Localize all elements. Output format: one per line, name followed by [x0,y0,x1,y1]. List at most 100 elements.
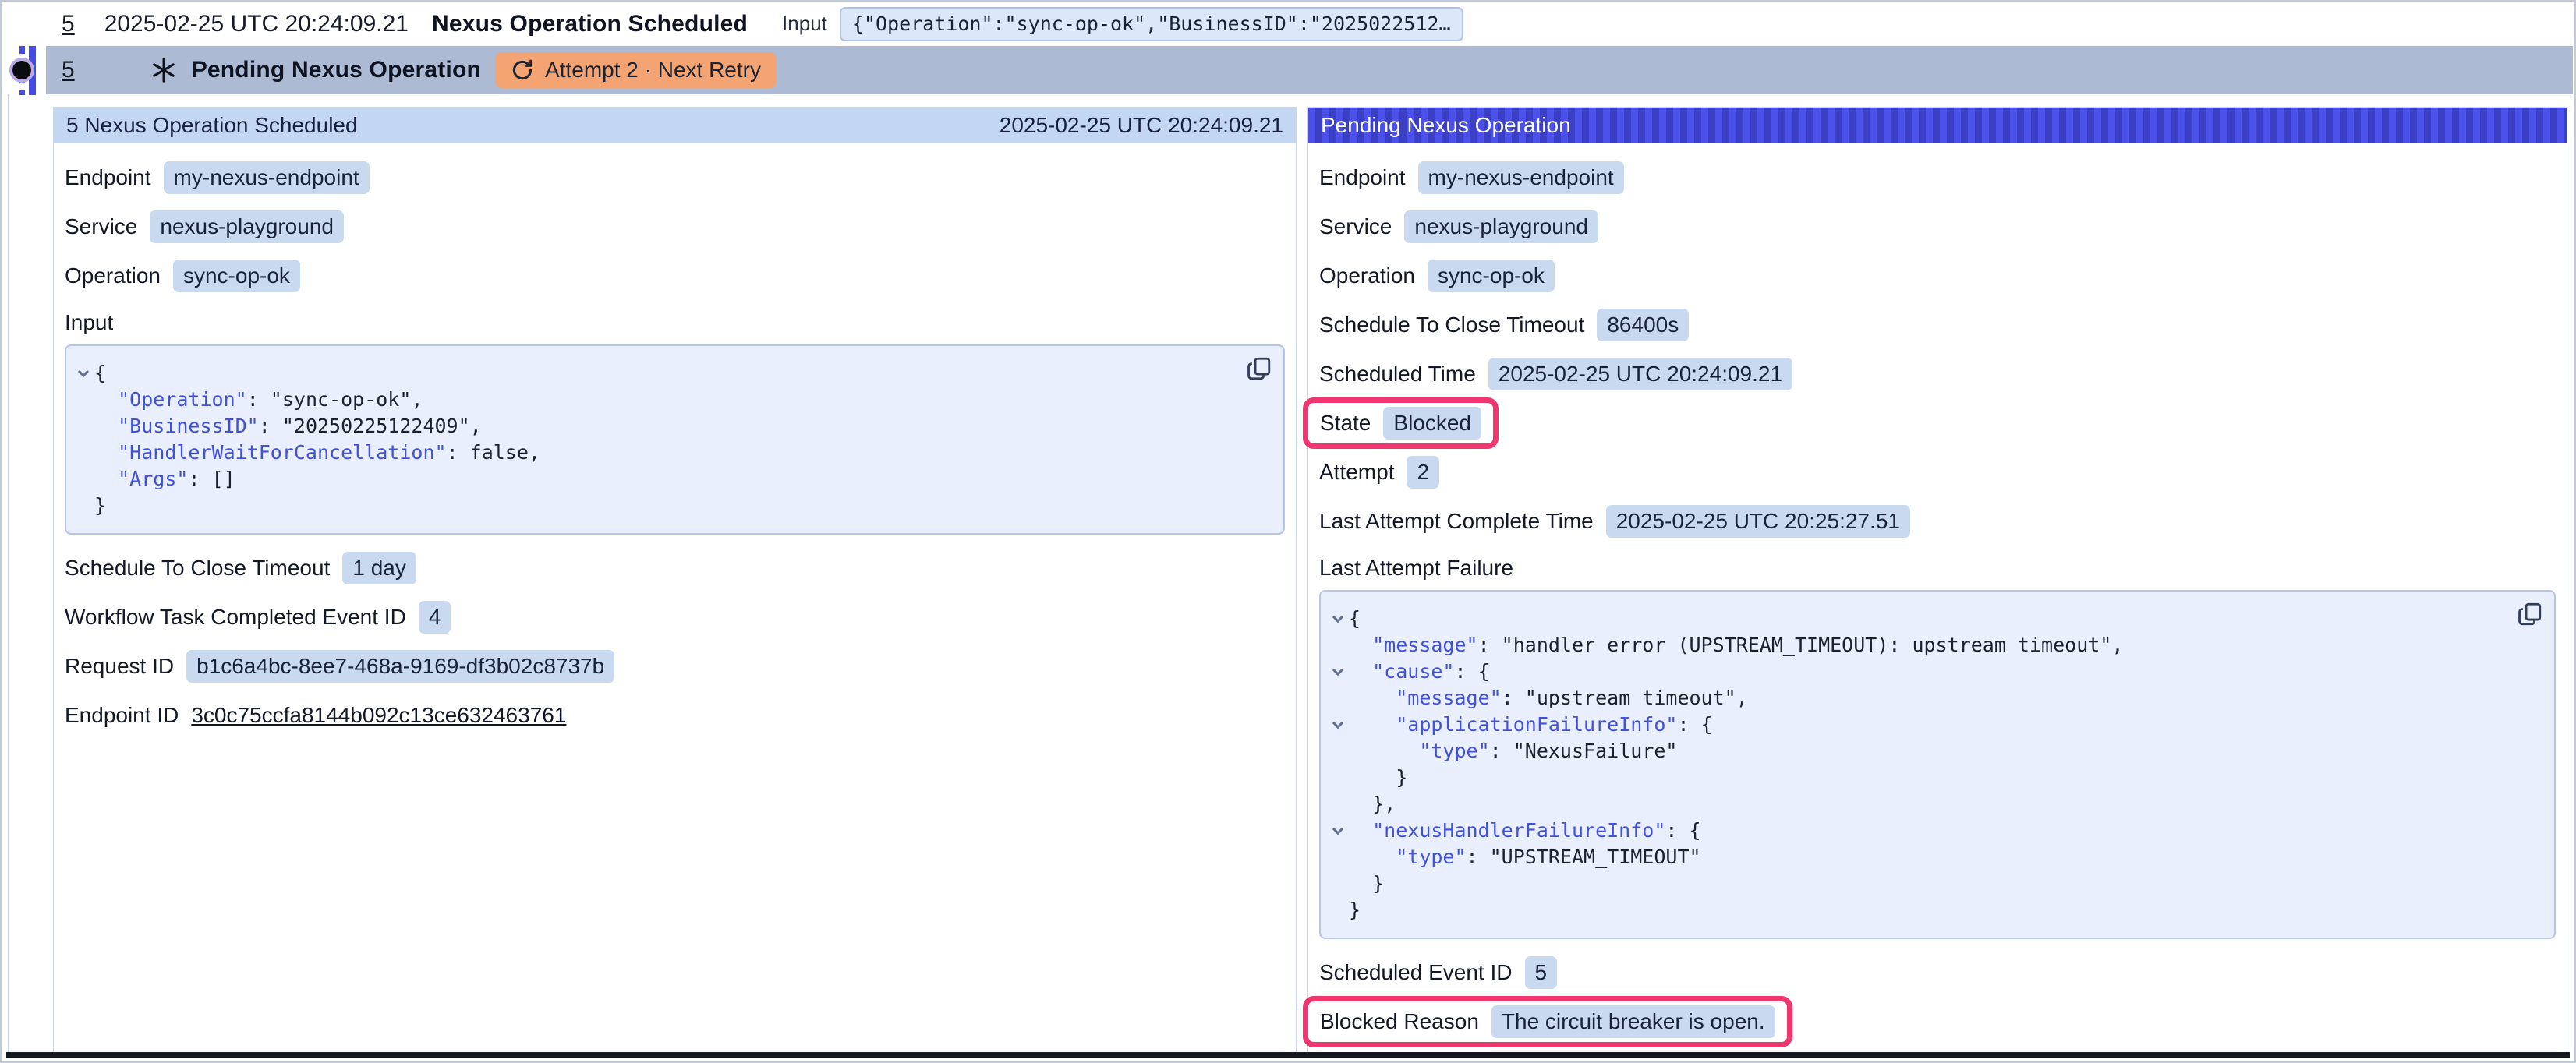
field-value-chip: 86400s [1597,309,1689,341]
field-value-chip: my-nexus-endpoint [164,161,370,194]
json-line: "Operation": "sync-op-ok", [76,387,1268,413]
input-section-label: Input [65,309,1285,337]
failure-section-label: Last Attempt Failure [1319,554,2556,582]
detail-area-left-border [8,94,9,1052]
copy-button[interactable] [1246,355,1272,382]
json-line: } [1330,897,2539,924]
scheduled-event-panel-header: 5 Nexus Operation Scheduled 2025-02-25 U… [54,108,1296,143]
json-line: } [76,493,1268,519]
field-value-chip: 2 [1407,456,1439,489]
pending-operation-panel-header: Pending Nexus Operation [1308,108,2567,143]
input-label: Input [782,12,827,36]
state-row-wrapper: State Blocked [1319,407,2556,440]
field-label: Service [1319,214,1392,239]
field-row: Schedule To Close Timeout 86400s [1319,309,2556,341]
field-value-chip: 2025-02-25 UTC 20:24:09.21 [1488,358,1792,390]
field-label: Schedule To Close Timeout [1319,313,1584,337]
json-line: } [1330,765,2539,791]
json-viewer: { "message": "handler error (UPSTREAM_TI… [1330,606,2539,924]
panel-title: Pending Nexus Operation [1321,113,1571,138]
field-label: Blocked Reason [1320,1009,1479,1034]
pending-operation-asterisk-icon [150,56,178,84]
collapse-chevron-icon[interactable] [1332,665,1343,676]
event-title: Nexus Operation Scheduled [432,11,748,37]
input-json-block: { "Operation": "sync-op-ok", "BusinessID… [65,344,1285,535]
field-row: Endpoint my-nexus-endpoint [65,161,1285,194]
blocked-reason-row-wrapper: Blocked Reason The circuit breaker is op… [1319,1005,2556,1038]
attempt-retry-label: Attempt 2 · Next Retry [545,58,761,83]
endpoint-id-row: Endpoint ID 3c0c75ccfa8144b092c13ce63246… [65,699,1285,732]
endpoint-id-link[interactable]: 3c0c75ccfa8144b092c13ce632463761 [191,703,566,728]
json-line: { [1330,606,2539,632]
field-value-chip: 4 [419,601,451,634]
field-label: Schedule To Close Timeout [65,556,330,581]
field-label: Operation [65,263,161,288]
blocked-reason-chip: The circuit breaker is open. [1491,1005,1775,1038]
field-value-chip: sync-op-ok [1428,260,1555,292]
field-row: Scheduled Time 2025-02-25 UTC 20:24:09.2… [1319,358,2556,390]
input-preview-chip[interactable]: {"Operation":"sync-op-ok","BusinessID":"… [840,7,1463,41]
blocked-reason-highlight-box: Blocked Reason The circuit breaker is op… [1303,996,1792,1047]
workflow-history-view: 5 2025-02-25 UTC 20:24:09.21 Nexus Opera… [0,0,2576,1063]
collapse-chevron-icon[interactable] [1332,612,1343,623]
json-line: "BusinessID": "20250225122409", [76,413,1268,440]
field-label: Operation [1319,263,1415,288]
json-line: "HandlerWaitForCancellation": false, [76,440,1268,466]
pending-event-id-link[interactable]: 5 [62,57,75,83]
field-label: Scheduled Time [1319,362,1476,387]
json-line: "message": "upstream timeout", [1330,685,2539,712]
field-row: Service nexus-playground [65,210,1285,243]
field-row: Service nexus-playground [1319,210,2556,243]
event-id-link[interactable]: 5 [62,11,75,37]
pending-event-title: Pending Nexus Operation [192,57,481,83]
event-timestamp: 2025-02-25 UTC 20:24:09.21 [104,11,409,37]
field-value-chip: my-nexus-endpoint [1418,161,1624,194]
failure-json-block: { "message": "handler error (UPSTREAM_TI… [1319,590,2556,939]
field-row: Schedule To Close Timeout 1 day [65,552,1285,584]
event-row-pending[interactable]: 5 Pending Nexus Operation Attempt 2 · Ne… [46,46,2573,94]
json-line: "message": "handler error (UPSTREAM_TIME… [1330,632,2539,659]
scheduled-event-id-row: Scheduled Event ID 5 [1319,956,2556,989]
field-row: Operation sync-op-ok [65,260,1285,292]
field-label: Endpoint ID [65,703,179,728]
collapse-chevron-icon[interactable] [78,366,89,377]
state-highlight-box: State Blocked [1303,397,1499,449]
field-value-chip: nexus-playground [1404,210,1598,243]
timeline-current-node-icon [12,61,31,79]
field-row: Request ID b1c6a4bc-8ee7-468a-9169-df3b0… [65,650,1285,683]
panel-bottom-border [6,1052,2570,1058]
state-value-chip: Blocked [1383,407,1481,440]
panel-timestamp: 2025-02-25 UTC 20:24:09.21 [1000,113,1283,138]
json-line: }, [1330,791,2539,818]
retry-icon [511,58,534,82]
field-value-chip: 2025-02-25 UTC 20:25:27.51 [1606,505,1910,538]
json-line: "type": "NexusFailure" [1330,738,2539,765]
field-row: Endpoint my-nexus-endpoint [1319,161,2556,194]
field-label: Request ID [65,654,174,679]
json-line: "applicationFailureInfo": { [1330,712,2539,738]
field-value-chip: 5 [1525,956,1558,989]
field-row: Last Attempt Complete Time 2025-02-25 UT… [1319,505,2556,538]
field-value-chip: 1 day [342,552,416,584]
field-label: Endpoint [1319,165,1406,190]
field-label: Service [65,214,137,239]
field-row: Workflow Task Completed Event ID 4 [65,601,1285,634]
field-label: Endpoint [65,165,151,190]
attempt-retry-badge: Attempt 2 · Next Retry [495,52,777,88]
field-label: State [1320,411,1371,436]
collapse-chevron-icon[interactable] [1332,824,1343,835]
collapse-chevron-icon[interactable] [1332,718,1343,729]
json-line: } [1330,871,2539,897]
field-value-chip: nexus-playground [150,210,344,243]
field-value-chip: b1c6a4bc-8ee7-468a-9169-df3b02c8737b [186,650,614,683]
json-line: "cause": { [1330,659,2539,685]
json-line: "nexusHandlerFailureInfo": { [1330,818,2539,844]
field-value-chip: sync-op-ok [173,260,300,292]
json-line: { [76,360,1268,387]
panel-title: 5 Nexus Operation Scheduled [66,113,358,138]
field-row: Operation sync-op-ok [1319,260,2556,292]
event-row-scheduled[interactable]: 5 2025-02-25 UTC 20:24:09.21 Nexus Opera… [2,2,2574,46]
field-label: Scheduled Event ID [1319,960,1513,985]
copy-button[interactable] [2517,601,2543,627]
field-label: Attempt [1319,460,1394,485]
